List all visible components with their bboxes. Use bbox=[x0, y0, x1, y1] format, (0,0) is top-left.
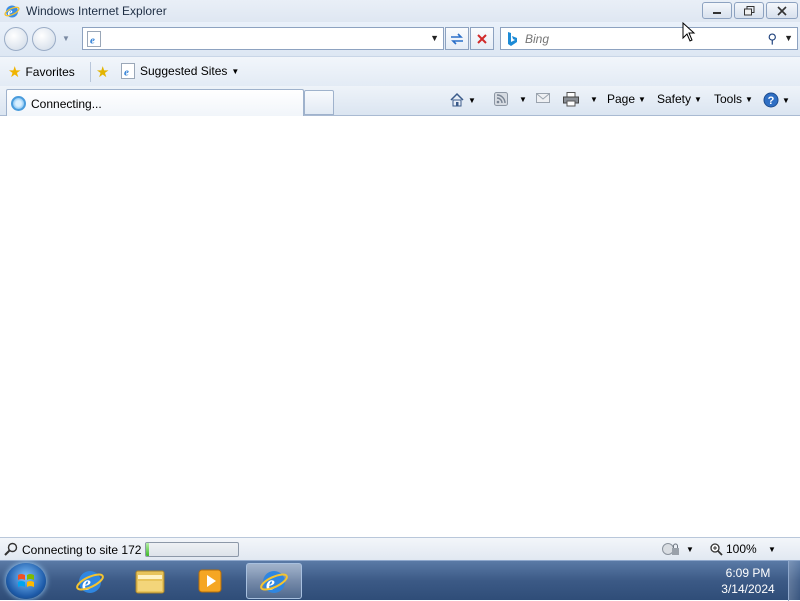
internet-explorer-icon: e bbox=[76, 571, 104, 595]
status-bar: Connecting to site 172 ▼ 100% ▼ bbox=[0, 537, 800, 560]
taskbar: e e 6:09 PM 3/14/2024 bbox=[0, 560, 800, 601]
help-dropdown-icon[interactable]: ▼ bbox=[782, 96, 790, 105]
help-icon: ? bbox=[763, 92, 779, 108]
address-dropdown-icon[interactable]: ▼ bbox=[430, 33, 439, 43]
taskbar-windows-explorer[interactable] bbox=[122, 563, 178, 599]
minimize-icon bbox=[713, 11, 721, 14]
printer-icon bbox=[563, 92, 579, 107]
home-button[interactable]: ▼ bbox=[449, 92, 476, 108]
refresh-icon bbox=[451, 32, 463, 45]
ie-window: e Windows Internet Explorer ▼ e ▼ Bing ⚲… bbox=[0, 0, 800, 560]
show-desktop-button[interactable] bbox=[788, 561, 800, 601]
folder-icon bbox=[135, 570, 165, 594]
add-to-favorites-bar-button[interactable]: ★ bbox=[96, 63, 109, 81]
star-icon: ★ bbox=[8, 64, 22, 81]
page-menu-label: Page bbox=[607, 92, 636, 106]
loading-spinner-icon bbox=[11, 96, 26, 111]
clock-time: 6:09 PM bbox=[725, 566, 771, 580]
close-icon bbox=[777, 5, 787, 16]
stop-button[interactable] bbox=[470, 27, 494, 50]
minimize-button[interactable] bbox=[702, 2, 732, 19]
tools-menu-label: Tools bbox=[714, 92, 743, 106]
search-status-icon bbox=[4, 542, 18, 556]
address-input[interactable] bbox=[105, 30, 425, 47]
internet-explorer-icon: e bbox=[260, 571, 288, 595]
tools-menu[interactable]: Tools ▼ bbox=[714, 92, 753, 106]
print-button[interactable]: ▼ bbox=[563, 92, 598, 107]
refresh-button[interactable] bbox=[445, 27, 469, 50]
restore-icon bbox=[743, 5, 754, 15]
print-dropdown-icon[interactable]: ▼ bbox=[590, 95, 598, 104]
search-icon[interactable]: ⚲ bbox=[767, 31, 777, 47]
suggested-sites-label: Suggested Sites bbox=[140, 64, 228, 78]
search-options-dropdown-icon[interactable]: ▼ bbox=[784, 33, 793, 43]
search-input[interactable] bbox=[525, 30, 755, 47]
title-bar: e Windows Internet Explorer bbox=[0, 0, 800, 22]
forward-button[interactable] bbox=[32, 27, 56, 51]
status-text: Connecting to site 172 bbox=[22, 543, 142, 557]
chevron-down-icon: ▼ bbox=[638, 94, 646, 104]
feeds-button[interactable]: ▼ bbox=[494, 92, 527, 106]
zoom-button[interactable]: 100% bbox=[710, 542, 757, 556]
restore-button[interactable] bbox=[734, 2, 764, 19]
tab-command-bar: Connecting... ▼ ▼ ▼ Page ▼ Safety ▼ Tool… bbox=[0, 86, 800, 116]
rss-feed-icon bbox=[494, 92, 508, 106]
page-icon: e bbox=[87, 31, 101, 47]
close-button[interactable] bbox=[766, 2, 798, 19]
zoom-dropdown-icon[interactable]: ▼ bbox=[768, 545, 776, 554]
tab-title: Connecting... bbox=[31, 97, 102, 111]
home-dropdown-icon[interactable]: ▼ bbox=[468, 96, 476, 105]
mail-icon bbox=[536, 93, 550, 103]
svg-text:e: e bbox=[90, 35, 95, 47]
globe-lock-icon bbox=[662, 543, 679, 555]
new-tab-button[interactable] bbox=[304, 90, 334, 115]
chevron-down-icon: ▼ bbox=[745, 94, 753, 104]
feeds-dropdown-icon[interactable]: ▼ bbox=[519, 95, 527, 104]
mouse-cursor-icon bbox=[682, 22, 696, 42]
media-player-icon bbox=[198, 569, 222, 593]
safety-menu[interactable]: Safety ▼ bbox=[657, 92, 702, 106]
page-menu[interactable]: Page ▼ bbox=[607, 92, 646, 106]
clock-date: 3/14/2024 bbox=[721, 582, 775, 596]
stop-icon bbox=[477, 33, 487, 44]
start-button[interactable] bbox=[6, 563, 46, 599]
back-button[interactable] bbox=[4, 27, 28, 51]
safety-menu-label: Safety bbox=[657, 92, 692, 106]
protected-mode-dropdown-icon[interactable]: ▼ bbox=[686, 545, 694, 554]
read-mail-button[interactable] bbox=[536, 92, 550, 104]
taskbar-media-player[interactable] bbox=[182, 563, 238, 599]
toolbar-separator bbox=[90, 62, 91, 82]
zoom-level: 100% bbox=[726, 542, 757, 556]
chevron-down-icon: ▼ bbox=[231, 66, 240, 76]
window-title: Windows Internet Explorer bbox=[26, 4, 167, 18]
favorites-button[interactable]: ★ Favorites bbox=[8, 63, 75, 81]
navigation-bar: ▼ e ▼ ⚲ ▼ bbox=[0, 22, 800, 56]
ie-page-icon: e bbox=[121, 63, 135, 79]
loading-progress-bar bbox=[145, 542, 239, 557]
suggested-sites-button[interactable]: e Suggested Sites ▼ bbox=[120, 63, 239, 79]
windows-logo-icon bbox=[18, 574, 34, 587]
favorites-label: Favorites bbox=[25, 65, 75, 79]
help-menu[interactable]: ? ▼ bbox=[763, 92, 790, 108]
chevron-down-icon: ▼ bbox=[694, 94, 702, 104]
zoom-icon bbox=[710, 542, 723, 556]
taskbar-internet-explorer[interactable]: e bbox=[62, 563, 118, 599]
svg-text:?: ? bbox=[768, 95, 775, 107]
address-bar: e ▼ bbox=[82, 27, 444, 50]
progress-fill bbox=[146, 543, 149, 556]
recent-pages-dropdown-icon[interactable]: ▼ bbox=[62, 34, 70, 43]
favorites-bar: ★ Favorites ★ e Suggested Sites ▼ bbox=[0, 56, 800, 86]
search-box: ⚲ ▼ bbox=[500, 27, 798, 50]
protected-mode-button[interactable] bbox=[662, 542, 680, 559]
page-content[interactable] bbox=[0, 117, 800, 537]
add-favorite-star-icon: ★ bbox=[96, 64, 110, 81]
bing-icon bbox=[508, 32, 517, 46]
window-controls bbox=[702, 2, 798, 19]
tab-current[interactable]: Connecting... bbox=[6, 89, 304, 116]
taskbar-internet-explorer-active[interactable]: e bbox=[246, 563, 302, 599]
system-clock[interactable]: 6:09 PM 3/14/2024 bbox=[716, 565, 780, 597]
home-icon bbox=[450, 92, 464, 107]
svg-text:e: e bbox=[124, 67, 129, 79]
internet-explorer-icon: e bbox=[4, 5, 20, 19]
